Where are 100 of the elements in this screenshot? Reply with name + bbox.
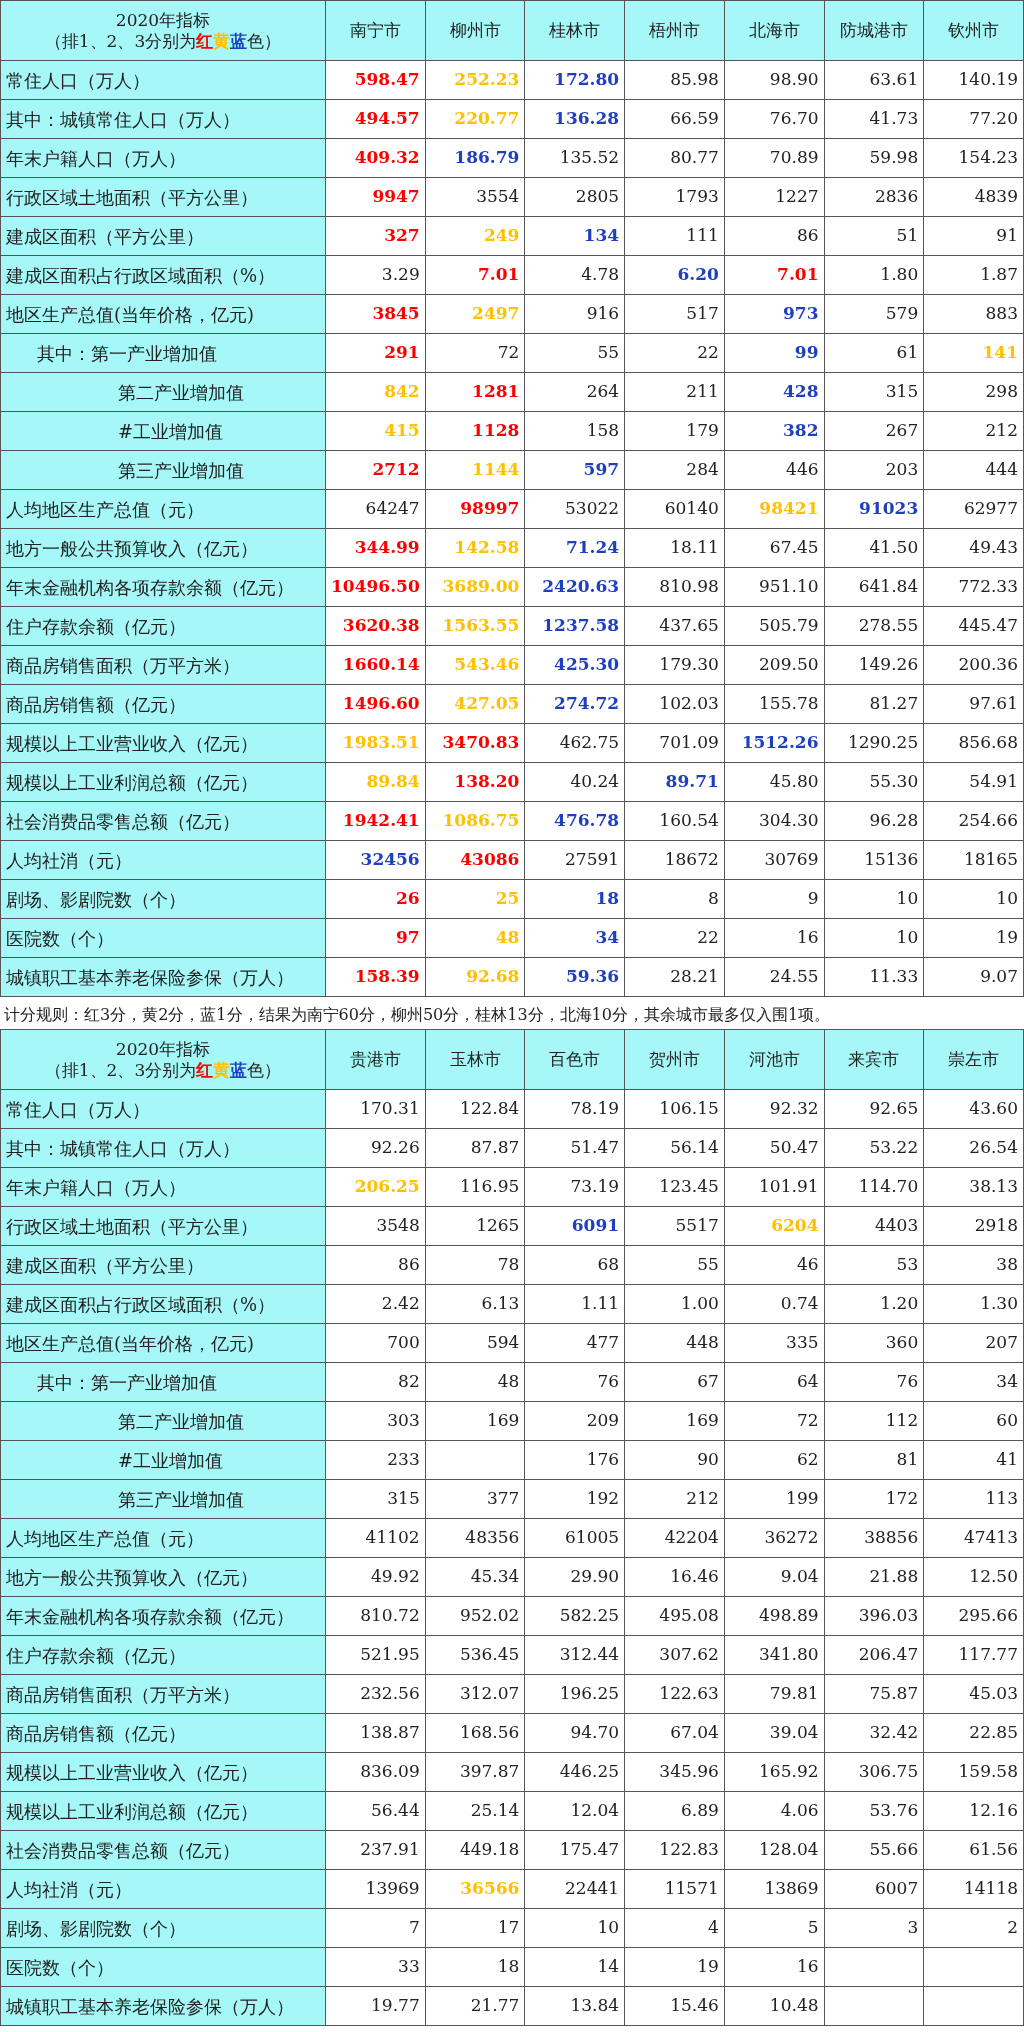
table-cell: 3 [824, 1908, 924, 1948]
table-cell: 14 [524, 1947, 625, 1987]
table-cell: 772.33 [923, 567, 1024, 607]
column-header: 梧州市 [624, 0, 725, 61]
table-cell: 13969 [325, 1869, 426, 1909]
table-cell: 169 [425, 1401, 525, 1441]
table-cell: 536.45 [425, 1635, 525, 1675]
row-header: 医院数（个） [0, 1947, 326, 1987]
table-cell: 53022 [524, 489, 625, 529]
table-cell: 0.74 [724, 1284, 824, 1324]
table-cell: 462.75 [524, 723, 625, 763]
table-cell: 303 [325, 1401, 426, 1441]
table-cell: 55.66 [824, 1830, 924, 1870]
table-cell: 43.60 [923, 1089, 1024, 1129]
column-header: 桂林市 [524, 0, 625, 61]
row-header: 建成区面积（平方公里） [0, 1245, 326, 1285]
table-cell: 19.77 [325, 1986, 426, 2026]
table-cell: 1.30 [923, 1284, 1024, 1324]
table-cell: 315 [325, 1479, 426, 1519]
table-cell: 18 [425, 1947, 525, 1987]
table-cell: 140.19 [923, 60, 1024, 100]
table-cell: 45.80 [724, 762, 824, 802]
table-cell: 295.66 [923, 1596, 1024, 1636]
table-cell: 158 [524, 411, 625, 451]
table-cell: 952.02 [425, 1596, 525, 1636]
table-cell: 64247 [325, 489, 426, 529]
row-header: 住户存款余额（亿元） [0, 1635, 326, 1675]
table-cell: 521.95 [325, 1635, 426, 1675]
table-cell: 61.56 [923, 1830, 1024, 1870]
table-cell: 169 [624, 1401, 725, 1441]
table-cell: 72 [425, 333, 525, 373]
table-cell: 99 [724, 333, 824, 373]
row-header: 第二产业增加值 [0, 372, 326, 412]
table-cell: 312.07 [425, 1674, 525, 1714]
table-cell: 494.57 [325, 99, 426, 139]
table-cell: 18672 [624, 840, 725, 880]
row-header: 常住人口（万人） [0, 60, 326, 100]
table-cell: 38 [923, 1245, 1024, 1285]
table-cell: 6.89 [624, 1791, 725, 1831]
table-cell: 7.01 [425, 255, 525, 295]
table-cell: 3470.83 [425, 723, 525, 763]
table-cell: 2420.63 [524, 567, 625, 607]
table-cell: 19 [624, 1947, 725, 1987]
table-cell: 700 [325, 1323, 426, 1363]
table-cell: 1144 [425, 450, 525, 490]
table-cell: 61005 [524, 1518, 625, 1558]
table-cell: 207 [923, 1323, 1024, 1363]
table-cell: 18 [524, 879, 625, 919]
table-cell: 1.11 [524, 1284, 625, 1324]
table-cell: 19 [923, 918, 1024, 958]
table-cell: 428 [724, 372, 824, 412]
table-cell: 92.68 [425, 957, 525, 997]
table-cell: 3548 [325, 1206, 426, 1246]
table-cell: 15136 [824, 840, 924, 880]
table-cell: 32456 [325, 840, 426, 880]
table-cell: 22441 [524, 1869, 625, 1909]
table-cell: 4839 [923, 177, 1024, 217]
table-cell: 28.21 [624, 957, 725, 997]
table-cell: 92.65 [824, 1089, 924, 1129]
table-cell: 87.87 [425, 1128, 525, 1168]
table-cell: 810.72 [325, 1596, 426, 1636]
table-cell: 61 [824, 333, 924, 373]
table-cell: 9 [724, 879, 824, 919]
row-header: 其中：城镇常住人口（万人） [0, 99, 326, 139]
table-cell: 53.22 [824, 1128, 924, 1168]
table-cell: 232.56 [325, 1674, 426, 1714]
table-cell: 51 [824, 216, 924, 256]
header-title: 2020年指标 [114, 10, 212, 31]
table-cell: 24.55 [724, 957, 824, 997]
table-cell: 9.07 [923, 957, 1024, 997]
table-cell: 2805 [524, 177, 625, 217]
table-cell: 206.25 [325, 1167, 426, 1207]
table-cell: 1496.60 [325, 684, 426, 724]
table-cell: 856.68 [923, 723, 1024, 763]
table-cell: 81 [824, 1440, 924, 1480]
table-cell: 85.98 [624, 60, 725, 100]
table-cell: 60140 [624, 489, 725, 529]
table-cell: 415 [325, 411, 426, 451]
row-header: #工业增加值 [0, 411, 326, 451]
table-cell: 176 [524, 1440, 625, 1480]
table-cell: 3.29 [325, 255, 426, 295]
table-cell: 427.05 [425, 684, 525, 724]
table-cell: 1.87 [923, 255, 1024, 295]
table-cell: 446 [724, 450, 824, 490]
table-cell: 1983.51 [325, 723, 426, 763]
table-cell: 344.99 [325, 528, 426, 568]
table-cell: 45.34 [425, 1557, 525, 1597]
table-cell: 6.20 [624, 255, 725, 295]
table-cell: 598.47 [325, 60, 426, 100]
table-cell: 212 [624, 1479, 725, 1519]
table-cell: 43086 [425, 840, 525, 880]
table-cell: 92.26 [325, 1128, 426, 1168]
table-cell: 396.03 [824, 1596, 924, 1636]
table-cell: 11571 [624, 1869, 725, 1909]
table-cell: 15.46 [624, 1986, 725, 2026]
table-cell: 2.42 [325, 1284, 426, 1324]
row-header: 规模以上工业营业收入（亿元） [0, 723, 326, 763]
table-cell: 59.36 [524, 957, 625, 997]
table-cell: 168.56 [425, 1713, 525, 1753]
table-cell: 916 [524, 294, 625, 334]
